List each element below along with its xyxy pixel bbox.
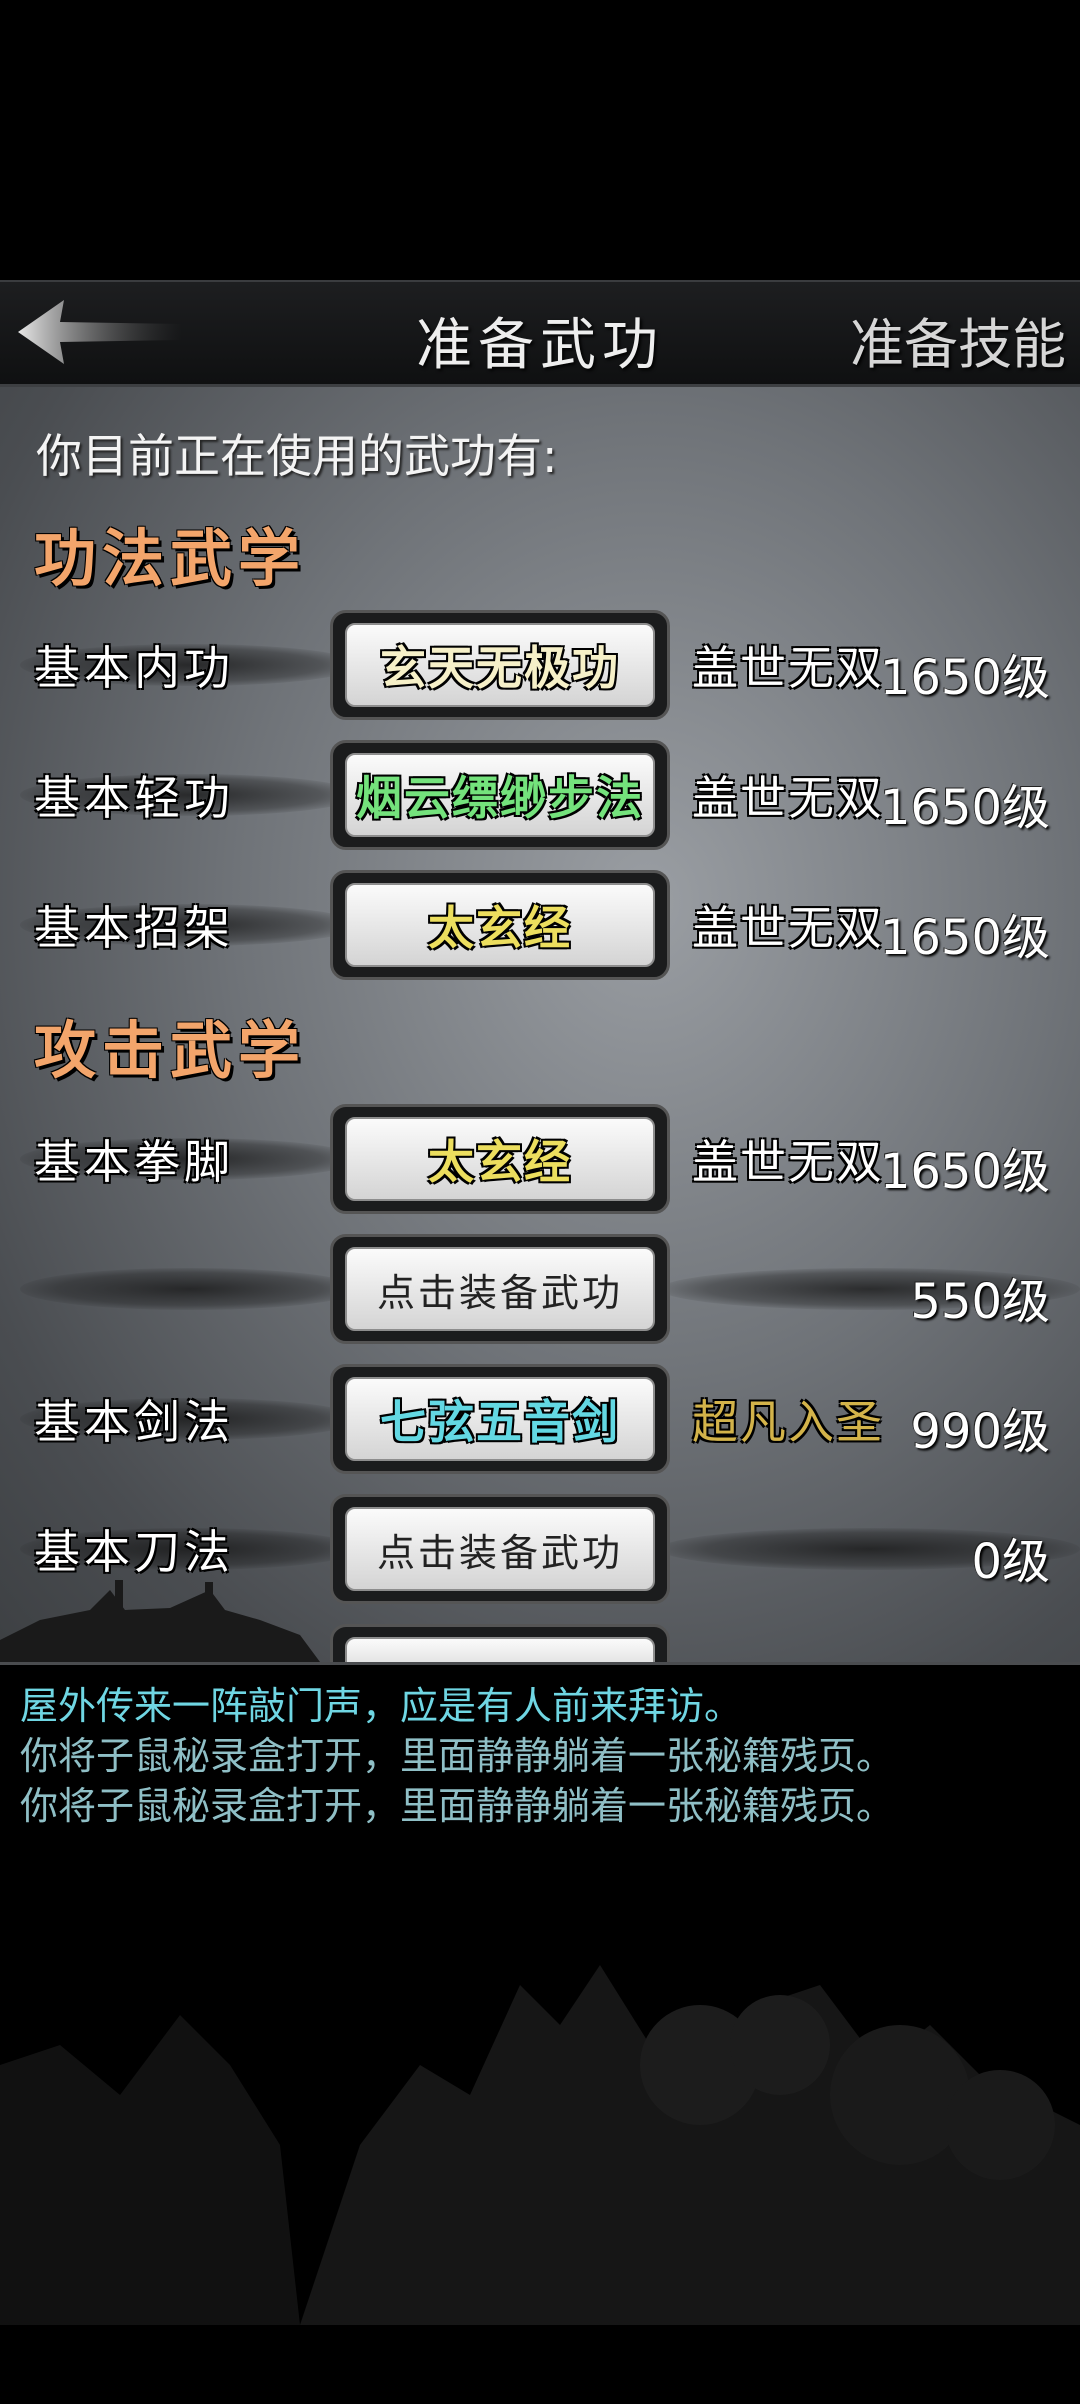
section-title-attack: 攻击武学 — [34, 1014, 307, 1087]
equip-skill-prompt: 点击装备武功 — [345, 1247, 655, 1331]
equipped-skill-name: 太玄经 — [345, 883, 655, 967]
skill-level: 990级 — [910, 1404, 1050, 1460]
equipped-skill-name: 玄天无极功 — [345, 623, 655, 707]
landscape-silhouette — [0, 1965, 1080, 2325]
skill-slot-label: 基本剑法 — [34, 1395, 234, 1449]
skill-slot-label: 基本内功 — [34, 641, 234, 695]
skill-level: 550级 — [910, 1274, 1050, 1330]
section-title-internal: 功法武学 — [34, 522, 307, 595]
skill-slot-label: 基本刀法 — [34, 1525, 234, 1579]
intro-text: 你目前正在使用的武功有: — [36, 429, 558, 483]
skill-slot-button[interactable] — [330, 1624, 670, 1662]
skill-slot-button[interactable]: 七弦五音剑 — [330, 1364, 670, 1474]
skill-row: 点击装备武功 550级 — [0, 1234, 1080, 1344]
skill-level: 1650级 — [879, 1144, 1050, 1200]
skill-row: 基本剑法 七弦五音剑 超凡入圣 990级 — [0, 1364, 1080, 1474]
skills-panel: 准备武功 准备技能 你目前正在使用的武功有: 功法武学 基本内功 玄天无极功 盖… — [0, 280, 1080, 1662]
skill-slot-label: 基本拳脚 — [34, 1135, 234, 1189]
equipped-skill-name: 七弦五音剑 — [345, 1377, 655, 1461]
equip-skill-prompt: 点击装备武功 — [345, 1507, 655, 1591]
skill-rank: 盖世无双 — [692, 641, 884, 695]
skill-row: 基本内功 玄天无极功 盖世无双 1650级 — [0, 610, 1080, 720]
skill-slot-button[interactable]: 点击装备武功 — [330, 1234, 670, 1344]
skill-slot-label: 基本招架 — [34, 901, 234, 955]
skill-slot-button[interactable]: 烟云缥缈步法 — [330, 740, 670, 850]
slot-partial — [345, 1637, 655, 1662]
skill-level: 1650级 — [879, 650, 1050, 706]
equipped-skill-name: 烟云缥缈步法 — [345, 753, 655, 837]
pavilion-silhouette — [0, 1580, 320, 1662]
skill-level: 1650级 — [879, 780, 1050, 836]
skill-rank: 盖世无双 — [692, 771, 884, 825]
log-line: 屋外传来一阵敲门声，应是有人前来拜访。 — [20, 1675, 742, 1730]
skill-slot-button[interactable]: 玄天无极功 — [330, 610, 670, 720]
skill-rank: 盖世无双 — [692, 901, 884, 955]
log-text: 屋外传来一阵敲门声，应是有人前来拜访。 — [20, 1684, 743, 1728]
skill-slot-button[interactable]: 太玄经 — [330, 870, 670, 980]
skill-row: 基本拳脚 太玄经 盖世无双 1650级 — [0, 1104, 1080, 1214]
skill-level: 0级 — [971, 1534, 1050, 1590]
top-bar: 准备武功 准备技能 — [0, 280, 1080, 387]
tab-prepare-skills[interactable]: 准备技能 — [850, 300, 1066, 379]
skill-slot-label: 基本轻功 — [34, 771, 234, 825]
equipped-skill-name: 太玄经 — [345, 1117, 655, 1201]
skill-rank: 超凡入圣 — [692, 1395, 884, 1449]
message-log: 屋外传来一阵敲门声，应是有人前来拜访。 你将子鼠秘录盒打开，里面静静躺着一张秘籍… — [0, 1662, 1080, 2404]
skill-rank: 盖世无双 — [692, 1135, 884, 1189]
skill-row: 基本轻功 烟云缥缈步法 盖世无双 1650级 — [0, 740, 1080, 850]
skill-row: 基本招架 太玄经 盖世无双 1650级 — [0, 870, 1080, 980]
skill-slot-button[interactable]: 太玄经 — [330, 1104, 670, 1214]
skill-slot-button[interactable]: 点击装备武功 — [330, 1494, 670, 1604]
ink-smear — [20, 1268, 360, 1310]
skill-level: 1650级 — [879, 910, 1050, 966]
